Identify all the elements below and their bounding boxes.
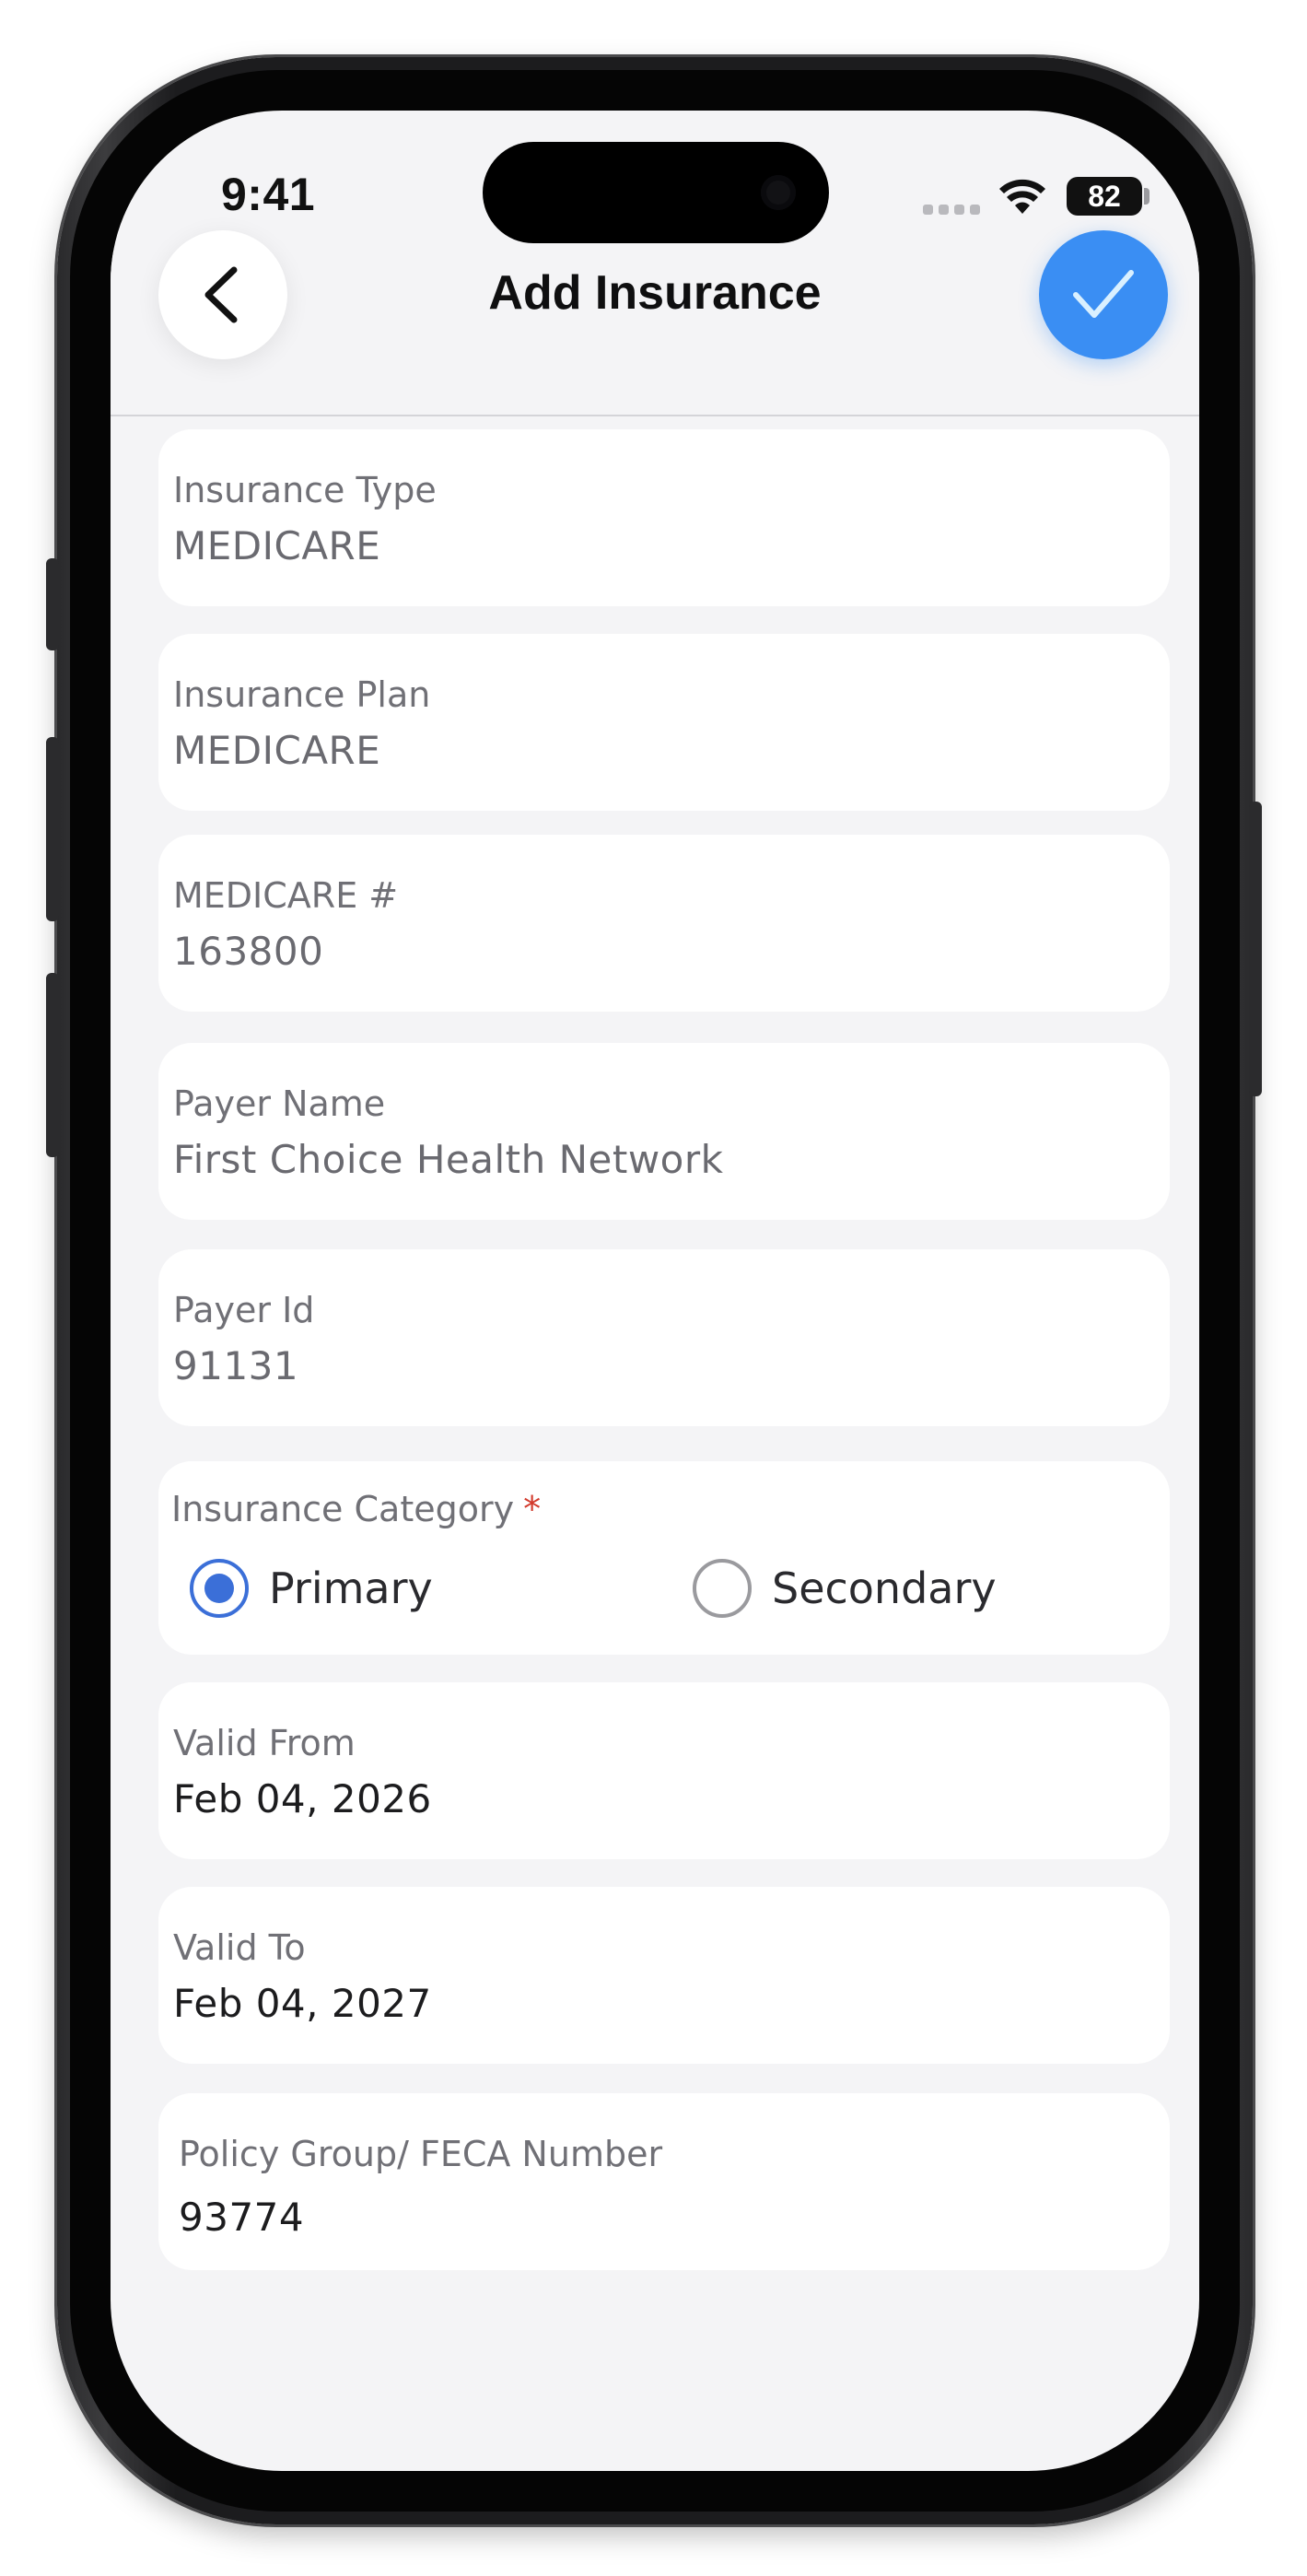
battery-icon: 82 [1067,177,1142,216]
page-title: Add Insurance [488,266,822,320]
field-label: Valid From [173,1723,356,1763]
payer-id-field[interactable]: Payer Id 91131 [158,1249,1170,1426]
field-label: Payer Id [173,1290,315,1330]
field-value: 91131 [173,1343,299,1388]
checkmark-icon [1073,270,1134,318]
battery-cap [1144,188,1149,205]
field-label: Insurance Plan [173,674,431,715]
radio-checked-icon[interactable] [190,1559,249,1618]
field-label: Insurance Type [173,470,437,510]
field-label: Payer Name [173,1083,386,1124]
required-indicator: * [523,1489,542,1529]
field-value: MEDICARE [173,523,381,568]
insurance-category-field: Insurance Category * Primary Secondary [158,1461,1170,1655]
action-button [46,558,59,650]
camera-icon [761,175,796,210]
medicare-number-field[interactable]: MEDICARE # 163800 [158,835,1170,1012]
app-screen: 9:41 82 Add Insurance Insurance Type MED… [111,111,1199,2471]
field-label: MEDICARE # [173,875,399,916]
field-value: Feb 04, 2026 [173,1776,432,1821]
cellular-signal-icon [923,205,980,216]
insurance-type-field[interactable]: Insurance Type MEDICARE [158,429,1170,606]
radio-unchecked-icon[interactable] [693,1559,752,1618]
radio-secondary[interactable]: Secondary [693,1559,997,1618]
field-label: Insurance Category * [171,1489,542,1529]
radio-label: Secondary [772,1563,997,1613]
valid-to-field[interactable]: Valid To Feb 04, 2027 [158,1887,1170,2064]
radio-primary[interactable]: Primary [190,1559,433,1618]
field-value: First Choice Health Network [173,1137,724,1182]
field-value: 93774 [179,2195,305,2240]
radio-label: Primary [269,1563,433,1613]
status-time: 9:41 [221,169,316,220]
field-value: Feb 04, 2027 [173,1981,432,2026]
volume-down-button [46,973,59,1157]
wifi-icon [999,179,1045,214]
valid-from-field[interactable]: Valid From Feb 04, 2026 [158,1682,1170,1859]
volume-up-button [46,737,59,921]
dynamic-island [483,142,829,243]
insurance-plan-field[interactable]: Insurance Plan MEDICARE [158,634,1170,811]
field-value: 163800 [173,929,324,974]
field-label: Valid To [173,1927,306,1968]
battery-level: 82 [1088,180,1121,213]
policy-group-field[interactable]: Policy Group/ FECA Number 93774 [158,2093,1170,2270]
power-button [1249,802,1262,1096]
field-value: MEDICARE [173,728,381,773]
save-button[interactable] [1039,230,1168,359]
field-label: Policy Group/ FECA Number [179,2134,663,2174]
payer-name-field[interactable]: Payer Name First Choice Health Network [158,1043,1170,1220]
